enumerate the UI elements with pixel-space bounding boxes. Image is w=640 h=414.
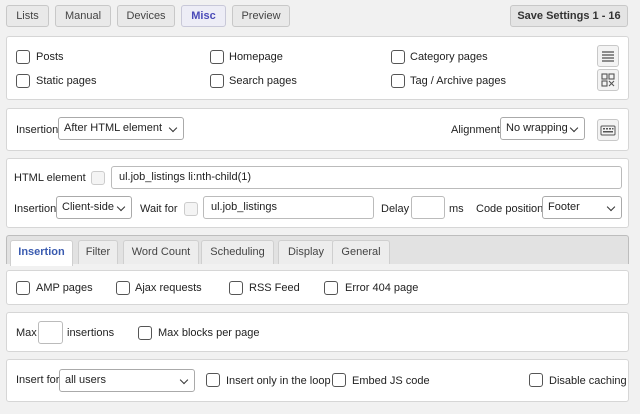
insert-only-in-loop-checkbox[interactable]	[206, 373, 220, 387]
grid-icon[interactable]	[597, 69, 619, 91]
tag-archive-pages-checkbox[interactable]	[391, 74, 405, 88]
max-insertions-input[interactable]	[38, 321, 63, 344]
tab-lists[interactable]: Lists	[6, 5, 49, 27]
client-insertion-label: Insertion	[14, 203, 57, 215]
tab-insertion[interactable]: Insertion	[10, 240, 73, 266]
max-label: Max	[16, 327, 37, 339]
error-404-label: Error 404 page	[345, 282, 419, 294]
code-position-select-value: Footer	[548, 201, 580, 213]
posts-label: Posts	[36, 51, 64, 63]
chevron-down-icon	[569, 123, 579, 133]
code-position-select[interactable]: Footer	[542, 196, 622, 219]
embed-js-checkbox[interactable]	[332, 373, 346, 387]
disable-caching-label: Disable caching	[549, 375, 627, 387]
homepage-checkbox[interactable]	[210, 50, 224, 64]
insert-for-panel: Insert for all users Insert only in the …	[6, 359, 629, 402]
category-pages-label: Category pages	[410, 51, 488, 63]
wait-for-input[interactable]: ul.job_listings	[203, 196, 374, 219]
chevron-down-icon	[168, 123, 178, 133]
wait-for-checkbox[interactable]	[184, 202, 198, 216]
rss-feed-checkbox[interactable]	[229, 281, 243, 295]
alignment-select[interactable]: No wrapping	[500, 117, 585, 140]
error-404-checkbox[interactable]	[324, 281, 338, 295]
category-pages-checkbox[interactable]	[391, 50, 405, 64]
wait-for-label: Wait for	[140, 203, 178, 215]
special-pages-panel: AMP pages Ajax requests RSS Feed Error 4…	[6, 270, 629, 305]
sub-tabs-bar: Insertion Filter Word Count Scheduling D…	[6, 235, 629, 266]
insertion-label: Insertion	[16, 124, 59, 136]
delay-label: Delay	[381, 203, 410, 215]
insertion-select[interactable]: After HTML element	[58, 117, 184, 140]
html-element-selector-input[interactable]: ul.job_listings li:nth-child(1)	[111, 166, 622, 189]
tab-devices[interactable]: Devices	[117, 5, 175, 27]
amp-pages-checkbox[interactable]	[16, 281, 30, 295]
delay-input[interactable]	[411, 196, 445, 219]
tab-word-count[interactable]: Word Count	[123, 240, 199, 264]
list-icon[interactable]	[597, 45, 619, 67]
max-blocks-label: Max blocks per page	[158, 327, 260, 339]
chevron-down-icon	[606, 202, 616, 212]
code-position-label: Code position	[476, 203, 544, 215]
keyboard-icon[interactable]	[597, 119, 619, 141]
client-insertion-select[interactable]: Client-side	[56, 196, 132, 219]
rss-feed-label: RSS Feed	[249, 282, 300, 294]
insert-for-label: Insert for	[16, 374, 60, 386]
insert-only-in-loop-label: Insert only in the loop	[226, 375, 331, 387]
delay-unit-label: ms	[449, 203, 464, 215]
tab-misc[interactable]: Misc	[181, 5, 226, 27]
html-element-panel: HTML element ul.job_listings li:nth-chil…	[6, 158, 629, 228]
ajax-requests-label: Ajax requests	[135, 282, 202, 294]
tab-display[interactable]: Display	[278, 240, 334, 264]
tab-general[interactable]: General	[332, 240, 390, 264]
tab-filter[interactable]: Filter	[78, 240, 118, 264]
chevron-down-icon	[116, 202, 126, 212]
client-insertion-select-value: Client-side	[62, 201, 114, 213]
alignment-label: Alignment	[451, 124, 500, 136]
insertion-select-value: After HTML element	[64, 122, 163, 134]
static-pages-checkbox[interactable]	[16, 74, 30, 88]
embed-js-label: Embed JS code	[352, 375, 430, 387]
disable-caching-checkbox[interactable]	[529, 373, 543, 387]
tab-preview[interactable]: Preview	[232, 5, 290, 27]
tab-scheduling[interactable]: Scheduling	[201, 240, 274, 264]
search-pages-checkbox[interactable]	[210, 74, 224, 88]
homepage-label: Homepage	[229, 51, 283, 63]
save-settings-button[interactable]: Save Settings 1 - 16	[510, 5, 628, 27]
alignment-select-value: No wrapping	[506, 122, 568, 134]
max-blocks-checkbox[interactable]	[138, 326, 152, 340]
insert-for-select-value: all users	[65, 374, 106, 386]
tab-manual[interactable]: Manual	[55, 5, 111, 27]
insertion-panel: Insertion After HTML element Alignment N…	[6, 108, 629, 151]
posts-checkbox[interactable]	[16, 50, 30, 64]
chevron-down-icon	[179, 375, 189, 385]
insertions-label: insertions	[67, 327, 115, 339]
tag-archive-pages-label: Tag / Archive pages	[410, 75, 507, 87]
ajax-requests-checkbox[interactable]	[116, 281, 130, 295]
html-element-checkbox[interactable]	[91, 171, 105, 185]
max-insertions-panel: Max insertions Max blocks per page	[6, 312, 629, 352]
search-pages-label: Search pages	[229, 75, 297, 87]
html-element-label: HTML element	[14, 172, 86, 184]
amp-pages-label: AMP pages	[36, 282, 93, 294]
page-types-panel: Posts Homepage Category pages Static pag…	[6, 36, 629, 100]
insert-for-select[interactable]: all users	[59, 369, 195, 392]
static-pages-label: Static pages	[36, 75, 97, 87]
